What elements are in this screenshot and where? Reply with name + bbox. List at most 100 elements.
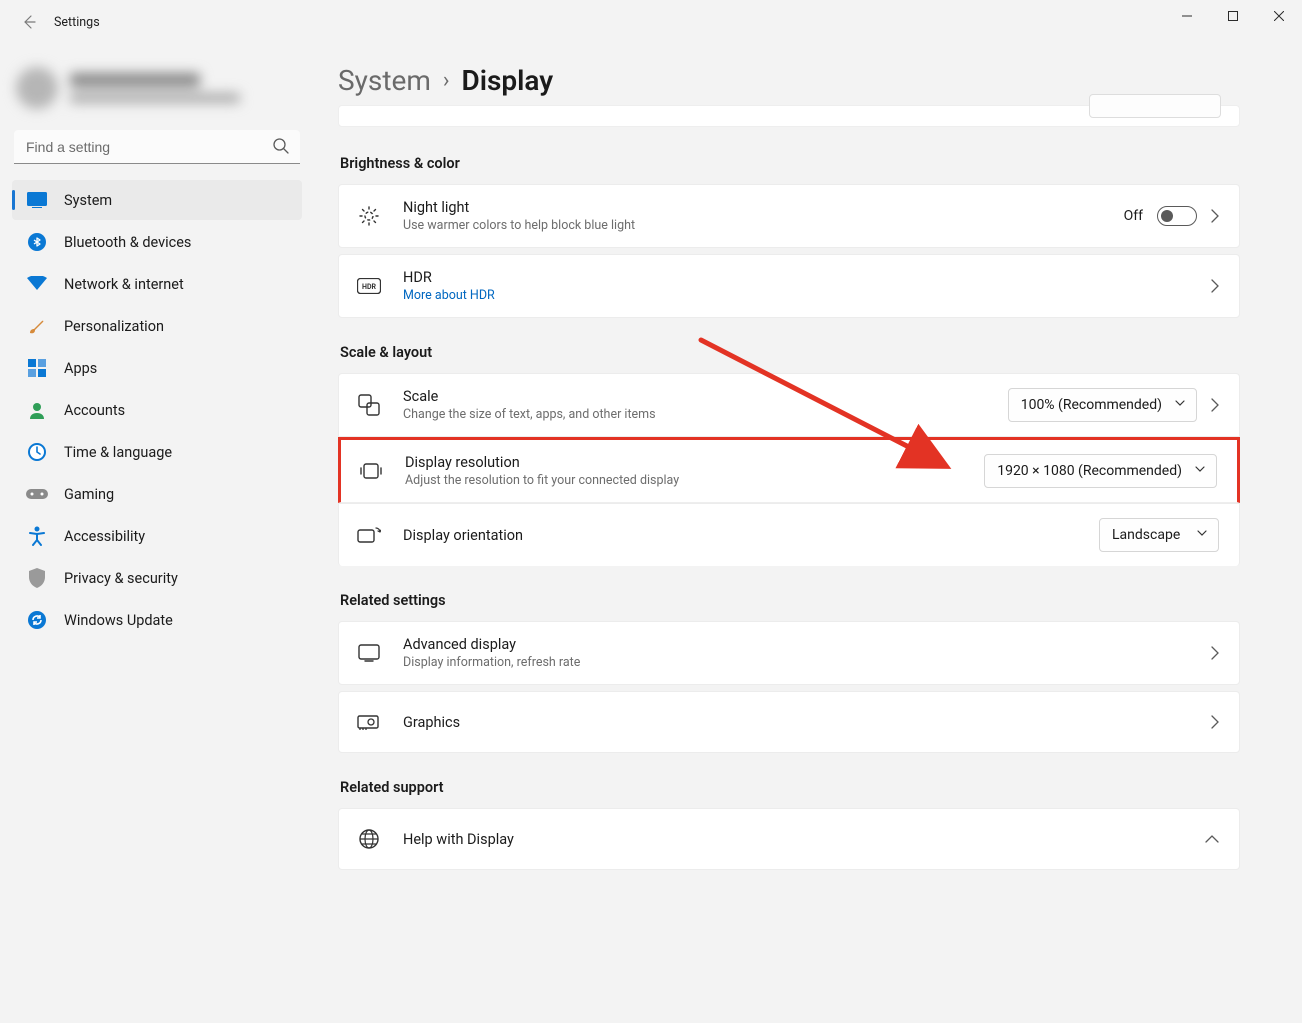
search-input[interactable] bbox=[14, 130, 300, 164]
orientation-value: Landscape bbox=[1112, 527, 1180, 543]
sidebar-item-bluetooth[interactable]: Bluetooth & devices bbox=[12, 222, 302, 262]
sidebar-item-label: Apps bbox=[64, 360, 97, 377]
sidebar-item-privacy[interactable]: Privacy & security bbox=[12, 558, 302, 598]
advanced-display-sub: Display information, refresh rate bbox=[403, 655, 1211, 670]
nav: System Bluetooth & devices Network & int… bbox=[12, 180, 302, 642]
section-heading-scale: Scale & layout bbox=[340, 344, 1240, 361]
sidebar-item-apps[interactable]: Apps bbox=[12, 348, 302, 388]
scale-title: Scale bbox=[403, 388, 1008, 405]
apps-icon bbox=[26, 357, 48, 379]
section-heading-related: Related settings bbox=[340, 592, 1240, 609]
bluetooth-icon bbox=[26, 231, 48, 253]
night-light-icon bbox=[357, 204, 381, 228]
brush-icon bbox=[26, 315, 48, 337]
back-arrow-icon bbox=[21, 14, 37, 30]
hdr-more-link[interactable]: More about HDR bbox=[403, 288, 1211, 303]
window-controls bbox=[1164, 0, 1302, 32]
scale-row[interactable]: Scale Change the size of text, apps, and… bbox=[338, 373, 1240, 437]
sidebar-item-system[interactable]: System bbox=[12, 180, 302, 220]
night-light-sub: Use warmer colors to help block blue lig… bbox=[403, 218, 1124, 233]
sidebar-item-personalization[interactable]: Personalization bbox=[12, 306, 302, 346]
maximize-button[interactable] bbox=[1210, 0, 1256, 32]
search-icon bbox=[272, 137, 290, 155]
sidebar-item-label: Bluetooth & devices bbox=[64, 234, 191, 251]
sidebar-item-label: Network & internet bbox=[64, 276, 184, 293]
resolution-select[interactable]: 1920 × 1080 (Recommended) bbox=[984, 454, 1217, 488]
clock-globe-icon bbox=[26, 441, 48, 463]
help-display-title: Help with Display bbox=[403, 831, 1205, 848]
sidebar-item-label: System bbox=[64, 192, 112, 209]
page-title: Display bbox=[462, 64, 554, 97]
truncated-card-above bbox=[338, 105, 1240, 127]
chevron-down-icon bbox=[1196, 527, 1208, 539]
sidebar-item-label: Time & language bbox=[64, 444, 172, 461]
breadcrumb-parent[interactable]: System bbox=[338, 64, 431, 97]
advanced-display-row[interactable]: Advanced display Display information, re… bbox=[338, 621, 1240, 685]
orientation-row[interactable]: Display orientation Landscape bbox=[338, 503, 1240, 566]
update-icon bbox=[26, 609, 48, 631]
graphics-row[interactable]: Graphics bbox=[338, 691, 1240, 753]
sidebar-item-accessibility[interactable]: Accessibility bbox=[12, 516, 302, 556]
scale-icon bbox=[357, 393, 381, 417]
orientation-title: Display orientation bbox=[403, 527, 1099, 544]
breadcrumb: System › Display bbox=[338, 64, 1240, 97]
system-icon bbox=[26, 189, 48, 211]
gamepad-icon bbox=[26, 483, 48, 505]
chevron-up-icon bbox=[1205, 835, 1219, 843]
sidebar: System Bluetooth & devices Network & int… bbox=[0, 44, 314, 1023]
sidebar-item-windows-update[interactable]: Windows Update bbox=[12, 600, 302, 640]
back-button[interactable] bbox=[12, 5, 46, 39]
orientation-select[interactable]: Landscape bbox=[1099, 518, 1219, 552]
globe-icon bbox=[357, 827, 381, 851]
sidebar-item-gaming[interactable]: Gaming bbox=[12, 474, 302, 514]
scale-select[interactable]: 100% (Recommended) bbox=[1008, 388, 1197, 422]
scale-sub: Change the size of text, apps, and other… bbox=[403, 407, 1008, 422]
hdr-icon: HDR bbox=[357, 274, 381, 298]
chevron-down-icon bbox=[1174, 397, 1186, 409]
chevron-right-icon bbox=[1211, 209, 1219, 223]
night-light-title: Night light bbox=[403, 199, 1124, 216]
night-light-state: Off bbox=[1124, 208, 1143, 224]
display-resolution-row[interactable]: Display resolution Adjust the resolution… bbox=[338, 437, 1240, 503]
chevron-right-icon bbox=[1211, 715, 1219, 729]
night-light-toggle[interactable] bbox=[1157, 206, 1197, 226]
sidebar-item-accounts[interactable]: Accounts bbox=[12, 390, 302, 430]
help-display-row[interactable]: Help with Display bbox=[338, 808, 1240, 870]
chevron-right-icon bbox=[1211, 646, 1219, 660]
hdr-row[interactable]: HDR HDR More about HDR bbox=[338, 254, 1240, 318]
section-heading-brightness: Brightness & color bbox=[340, 155, 1240, 172]
chevron-right-icon bbox=[1211, 398, 1219, 412]
orientation-icon bbox=[357, 523, 381, 547]
section-heading-support: Related support bbox=[340, 779, 1240, 796]
minimize-button[interactable] bbox=[1164, 0, 1210, 32]
scale-value: 100% (Recommended) bbox=[1021, 397, 1162, 413]
resolution-value: 1920 × 1080 (Recommended) bbox=[997, 463, 1182, 479]
close-button[interactable] bbox=[1256, 0, 1302, 32]
sidebar-item-label: Gaming bbox=[64, 486, 114, 503]
app-title: Settings bbox=[54, 15, 100, 30]
chevron-right-icon: › bbox=[443, 68, 450, 93]
sidebar-item-label: Personalization bbox=[64, 318, 164, 335]
resolution-title: Display resolution bbox=[405, 454, 984, 471]
sidebar-item-network[interactable]: Network & internet bbox=[12, 264, 302, 304]
sidebar-item-label: Accounts bbox=[64, 402, 125, 419]
user-account-block[interactable] bbox=[16, 58, 298, 118]
avatar bbox=[16, 67, 58, 109]
night-light-row[interactable]: Night light Use warmer colors to help bl… bbox=[338, 184, 1240, 248]
sidebar-item-time-language[interactable]: Time & language bbox=[12, 432, 302, 472]
sidebar-item-label: Privacy & security bbox=[64, 570, 178, 587]
accessibility-icon bbox=[26, 525, 48, 547]
shield-icon bbox=[26, 567, 48, 589]
chevron-right-icon bbox=[1211, 279, 1219, 293]
resolution-icon bbox=[359, 459, 383, 483]
advanced-display-title: Advanced display bbox=[403, 636, 1211, 653]
chevron-down-icon bbox=[1194, 463, 1206, 475]
sidebar-item-label: Accessibility bbox=[64, 528, 145, 545]
monitor-icon bbox=[357, 641, 381, 665]
resolution-sub: Adjust the resolution to fit your connec… bbox=[405, 473, 984, 488]
wifi-icon bbox=[26, 273, 48, 295]
svg-text:HDR: HDR bbox=[362, 283, 376, 291]
person-icon bbox=[26, 399, 48, 421]
main-content: System › Display Brightness & color Nigh… bbox=[314, 44, 1302, 1023]
graphics-title: Graphics bbox=[403, 714, 1211, 731]
